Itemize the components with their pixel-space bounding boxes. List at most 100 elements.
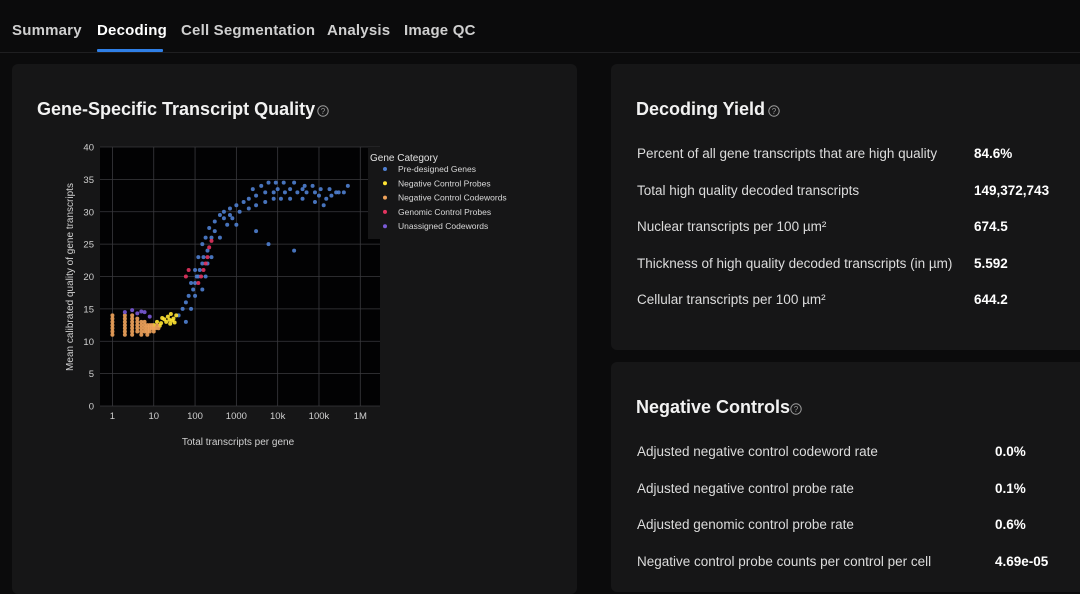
scatter-point [167,317,172,322]
yield-label-cellular-transcripts: Cellular transcripts per 100 µm² [637,292,826,307]
controls-label-codeword-rate: Adjusted negative control codeword rate [637,444,878,459]
scatter-point [234,203,239,208]
scatter-point [263,190,268,195]
scatter-point [196,280,201,285]
tab-decoding[interactable]: Decoding [97,22,167,39]
scatter-point [209,255,214,260]
scatter-point [288,187,293,192]
y-tick-label: 20 [83,272,94,283]
scatter-point [203,274,208,279]
question-circle-icon[interactable]: ? [317,105,329,117]
x-axis-ticks: 1 10 100 1000 10k 100k 1M [110,411,367,422]
x-tick-label: 10 [148,411,159,422]
scatter-point [122,310,127,315]
scatter-point [302,183,307,188]
scatter-point [234,222,239,227]
yield-value-pct-high-quality: 84.6% [974,146,1013,161]
transcript-quality-scatter-chart: 1 10 100 1000 10k 100k 1M 0 5 10 15 20 25 30 35 40 Tot… [65,143,507,449]
scatter-point [327,187,332,192]
legend-entry: Negative Control Probes [398,178,491,188]
scatter-point [230,216,235,221]
scatter-point [183,274,188,279]
x-tick-label: 100k [309,411,330,422]
scatter-point [135,316,140,321]
yield-label-nuclear-transcripts: Nuclear transcripts per 100 µm² [637,219,827,234]
negative-controls-title: Negative Controls [636,397,791,417]
tab-cell-segmentation[interactable]: Cell Segmentation [181,22,315,39]
transcript-quality-card: Gene-Specific Transcript Quality ? 1 10 10… [12,64,577,594]
tab-analysis[interactable]: Analysis [327,22,390,39]
y-tick-label: 30 [83,207,94,218]
y-tick-label: 35 [83,175,94,186]
scatter-point [201,268,206,273]
scatter-point [250,187,255,192]
y-tick-label: 5 [89,369,94,380]
scatter-point [221,216,226,221]
controls-value-probe-counts: 4.69e-05 [995,554,1049,569]
question-circle-icon[interactable]: ? [768,105,780,117]
scatter-point [130,308,135,313]
controls-value-codeword-rate: 0.0% [995,444,1026,459]
scatter-point [201,255,206,260]
scatter-point [318,187,323,192]
x-tick-label: 1M [354,411,367,422]
svg-text:?: ? [772,107,777,116]
scatter-point [199,274,204,279]
scatter-point [281,180,286,185]
controls-label-probe-counts: Negative control probe counts per contro… [637,554,932,569]
scatter-point [266,242,271,247]
scatter-point [254,229,259,234]
yield-value-thickness: 5.592 [974,256,1008,271]
scatter-point [237,209,242,214]
scatter-point [246,196,251,201]
scatter-point [254,203,259,208]
y-tick-label: 15 [83,304,94,315]
y-tick-label: 0 [89,402,94,413]
question-circle-icon[interactable]: ? [790,403,802,415]
scatter-point [171,316,176,321]
svg-text:?: ? [321,107,326,116]
scatter-point [110,313,115,318]
scatter-point [259,183,264,188]
scatter-point [304,190,309,195]
scatter-point [282,190,287,195]
scatter-point [241,200,246,205]
scatter-point [193,293,198,298]
scatter-point [203,235,208,240]
scatter-point [193,268,198,273]
scatter-point [275,187,280,192]
tab-summary[interactable]: Summary [12,22,82,39]
scatter-point [196,255,201,260]
scatter-point [183,300,188,305]
yield-label-thickness: Thickness of high quality decoded transc… [637,256,953,271]
scatter-point [186,293,191,298]
scatter-point [254,193,259,198]
yield-label-pct-high-quality: Percent of all gene transcripts that are… [637,146,938,161]
scatter-point [186,268,191,273]
legend-entry: Pre-designed Genes [398,164,476,174]
scatter-point [263,200,268,205]
scatter-point [139,309,144,314]
controls-value-probe-rate: 0.1% [995,481,1026,496]
scatter-point [321,203,326,208]
scatter-point [200,242,205,247]
decoding-yield-card: Decoding Yield ? Percent of all gene tra… [611,64,1080,350]
transcript-quality-title: Gene-Specific Transcript Quality [37,99,316,119]
decoding-yield-title: Decoding Yield [636,99,766,119]
legend-marker [383,195,387,200]
scatter-point [266,180,271,185]
scatter-point [310,183,315,188]
yield-value-nuclear-transcripts: 674.5 [974,219,1008,234]
scatter-point [142,319,147,324]
scatter-point [207,225,212,230]
scatter-point [174,313,179,318]
scatter-point [341,190,346,195]
scatter-point [324,196,329,201]
scatter-point [271,190,276,195]
scatter-point [207,245,212,250]
scatter-point [200,287,205,292]
scatter-point [345,183,350,188]
tab-image-qc[interactable]: Image QC [404,22,476,39]
scatter-point [217,212,222,217]
scatter-point [168,312,173,317]
